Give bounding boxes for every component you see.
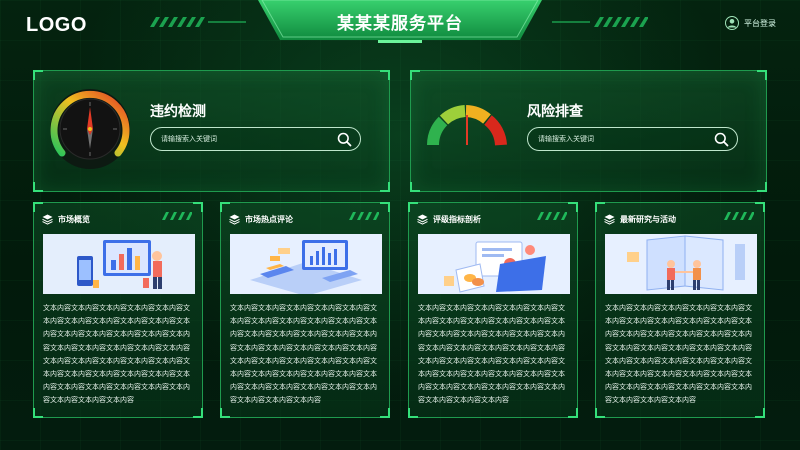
panel-corner [33,182,43,192]
card-corner [755,202,765,212]
card-rating-analysis[interactable]: 评级指标剖析 文本内容文本内容文本内容文本内容文本内容文本内容文本内容文本内容文… [408,202,578,418]
card-text: 文本内容文本内容文本内容文本内容文本内容文本内容文本内容文本内容文本内容文本内容… [230,304,377,405]
card-title: 最新研究与活动 [620,214,676,224]
panel-corner [410,70,420,80]
analytics-illustration [43,234,195,294]
layers-icon [42,214,53,225]
login-button[interactable]: 平台登录 [725,16,776,30]
card-stripes [162,212,192,220]
panel-corner [380,182,390,192]
card-corner [33,408,43,418]
header-stripes-left [150,17,246,27]
search-icon[interactable] [714,132,729,147]
card-stripes [537,212,567,220]
header-bar: LOGO 某某某服务平台 平台登录 [0,0,800,52]
card-text: 文本内容文本内容文本内容文本内容文本内容文本内容文本内容文本内容文本内容文本内容… [43,304,190,405]
search-box[interactable] [150,127,361,151]
card-stripes [724,212,754,220]
search-icon[interactable] [337,132,352,147]
card-corner [380,408,390,418]
panel-title: 风险排查 [527,104,583,120]
layers-icon [604,214,615,225]
card-title: 评级指标剖析 [433,214,481,224]
card-title: 市场热点评论 [245,214,293,224]
card-market-overview[interactable]: 市场概览 文本内容文本内容文本内容文本内容文本内容文本内容文本内容文本内容文本内… [33,202,203,418]
card-corner [380,202,390,212]
card-corner [755,408,765,418]
card-stripes [349,212,379,220]
dashboard-illustration [230,234,382,294]
card-corner [568,202,578,212]
card-corner [193,202,203,212]
panel-default-detection: 违约检测 [33,70,390,192]
handshake-illustration [605,234,757,294]
layers-icon [417,214,428,225]
search-input[interactable] [538,128,708,150]
user-icon [725,16,739,30]
login-label: 平台登录 [744,18,776,28]
card-text: 文本内容文本内容文本内容文本内容文本内容文本内容文本内容文本内容文本内容文本内容… [418,304,565,405]
compass-gauge-icon [50,89,130,169]
search-box[interactable] [527,127,738,151]
card-corner [408,408,418,418]
card-latest-research[interactable]: 最新研究与活动 文本内容文本内容文本内容文本内容文本内容文本内容文本内容文本内容… [595,202,765,418]
page-title: 某某某服务平台 [337,14,463,34]
documents-illustration [418,234,570,294]
panel-risk-check: 风险排查 [410,70,767,192]
card-corner [595,408,605,418]
card-text: 文本内容文本内容文本内容文本内容文本内容文本内容文本内容文本内容文本内容文本内容… [605,304,752,405]
card-corner [568,408,578,418]
logo[interactable]: LOGO [26,14,87,37]
card-corner [193,408,203,418]
panel-corner [380,70,390,80]
panel-corner [33,70,43,80]
panel-corner [410,182,420,192]
search-input[interactable] [161,128,331,150]
title-plate: 某某某服务平台 [258,0,542,44]
layers-icon [229,214,240,225]
header-stripes-right [552,17,648,27]
card-market-hot-comments[interactable]: 市场热点评论 文本内容文本内容文本内容文本内容文本内容文本内容文本内容文本内容文… [220,202,390,418]
risk-gauge-icon [427,105,507,146]
panel-corner [757,70,767,80]
panel-corner [757,182,767,192]
panel-title: 违约检测 [150,104,206,120]
card-corner [220,408,230,418]
card-title: 市场概览 [58,214,90,224]
